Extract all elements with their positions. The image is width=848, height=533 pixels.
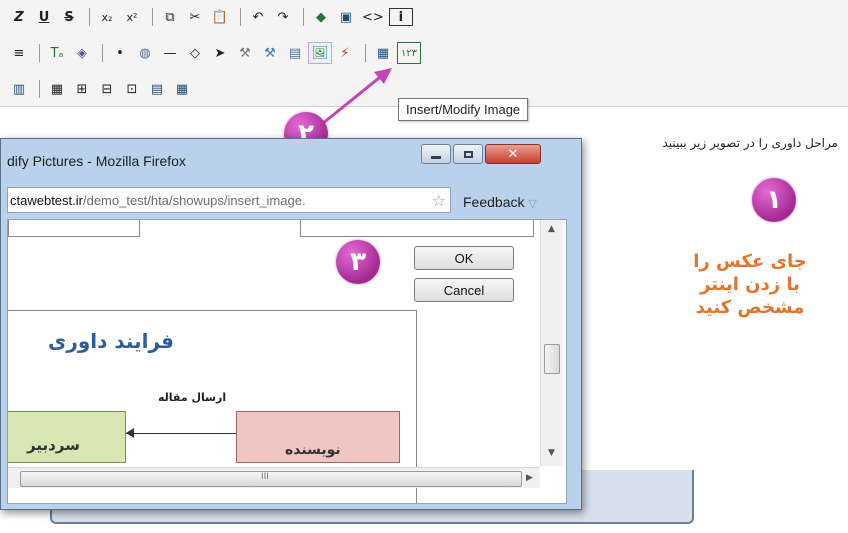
- dialog-title: dify Pictures - Mozilla Firefox: [7, 153, 186, 169]
- feedback-label: Feedback: [463, 194, 525, 210]
- url-path: /demo_test/hta/showups/insert_image.: [82, 192, 306, 208]
- superscript-button[interactable]: x²: [121, 7, 143, 27]
- flow-arrow-line: [126, 433, 236, 434]
- cancel-button[interactable]: Cancel: [414, 278, 514, 302]
- background-color-icon[interactable]: ◈: [71, 43, 93, 63]
- delete-column-icon[interactable]: ⊟: [96, 79, 118, 99]
- toolbar-row-3: ▥ ▦ ⊞ ⊟ ⊡ ▤ ▦: [8, 78, 196, 100]
- step-3-marker: ٣: [336, 240, 380, 284]
- subscript-button[interactable]: x₂: [96, 7, 118, 27]
- preview-icon[interactable]: ▣: [335, 7, 357, 27]
- flow-arrow-head-icon: [126, 428, 134, 438]
- author-box-label: نویسنده: [285, 442, 341, 458]
- toolbar-separator: [152, 8, 153, 26]
- scroll-right-icon[interactable]: ▶: [526, 473, 533, 483]
- redo-icon[interactable]: ↷: [272, 7, 294, 27]
- toolbar-separator: [39, 44, 40, 62]
- scroll-grip: III: [261, 472, 269, 482]
- merge-cells-icon[interactable]: ⊡: [121, 79, 143, 99]
- source-code-icon[interactable]: <>: [360, 7, 386, 27]
- editor-box: سردبیر: [8, 411, 126, 463]
- dialog-page: ٣ OK Cancel فرایند داوری ارسال مقاله سرد…: [7, 219, 567, 504]
- table-grid-icon[interactable]: ▦: [171, 79, 193, 99]
- maximize-icon: [463, 150, 473, 158]
- split-cells-icon[interactable]: ▤: [146, 79, 168, 99]
- modify-pictures-dialog: dify Pictures - Mozilla Firefox ✕ ctaweb…: [0, 138, 582, 510]
- underline-button[interactable]: U: [33, 7, 55, 27]
- toolbar-separator: [39, 80, 40, 98]
- feedback-button[interactable]: Feedback ▽: [463, 194, 537, 210]
- maximize-button[interactable]: [453, 144, 483, 164]
- chevron-down-icon: ▽: [528, 198, 537, 210]
- close-button[interactable]: ✕: [485, 144, 541, 164]
- note-line: جای عکس را: [693, 251, 807, 272]
- toolbar-separator: [240, 8, 241, 26]
- horizontal-scroll-thumb[interactable]: III: [20, 471, 522, 487]
- minimize-button[interactable]: [421, 144, 451, 164]
- editor-box-label: سردبیر: [27, 436, 80, 454]
- insert-image-tooltip: Insert/Modify Image: [398, 98, 529, 121]
- bullet-icon[interactable]: •: [109, 43, 131, 63]
- select-pointer-icon[interactable]: ➤: [209, 43, 231, 63]
- special-char-icon[interactable]: ◍: [134, 43, 156, 63]
- copy-icon[interactable]: ⧉: [159, 7, 181, 27]
- toolbar-row-1: Z U S x₂ x² ⧉ ✂ 📋 ↶ ↷ ◆ ▣ <> i: [8, 6, 416, 28]
- table-row-icon[interactable]: ▥: [8, 79, 30, 99]
- input-field[interactable]: [8, 220, 140, 237]
- vertical-scrollbar[interactable]: ▲ ▼: [540, 220, 563, 466]
- undo-icon[interactable]: ↶: [247, 7, 269, 27]
- insert-column-icon[interactable]: ⊞: [71, 79, 93, 99]
- step-1-marker: ١: [752, 178, 796, 222]
- url-domain: ctawebtest.ir: [10, 192, 83, 208]
- cut-icon[interactable]: ✂: [184, 7, 206, 27]
- info-icon[interactable]: i: [388, 8, 413, 26]
- instruction-text: مراحل داوری را در تصویر زیر ببینید: [662, 136, 839, 150]
- align-icon[interactable]: ≡: [8, 43, 30, 63]
- editor-toolbar: Z U S x₂ x² ⧉ ✂ 📋 ↶ ↷ ◆ ▣ <> i ≡ Tₐ ◈ • …: [0, 0, 848, 107]
- input-field-2[interactable]: [300, 220, 534, 237]
- preview-title: فرایند داوری: [48, 329, 174, 353]
- url-bar[interactable]: ctawebtest.ir/demo_test/hta/showups/inse…: [7, 187, 451, 213]
- note-line: مشخص کنید: [695, 297, 805, 319]
- url-text: ctawebtest.ir/demo_test/hta/showups/inse…: [8, 193, 420, 208]
- italic-button[interactable]: Z: [8, 7, 30, 27]
- minimize-icon: [431, 155, 441, 159]
- table-properties-icon[interactable]: ▦: [46, 79, 68, 99]
- horizontal-scrollbar[interactable]: III ▶: [8, 467, 540, 488]
- bookmark-star-icon[interactable]: ☆: [432, 191, 446, 210]
- scroll-up-icon[interactable]: ▲: [548, 224, 555, 234]
- anchor-icon[interactable]: ◇: [184, 43, 206, 63]
- scroll-down-icon[interactable]: ▼: [548, 448, 555, 458]
- note-line: با زدن اینتر: [700, 274, 800, 296]
- toolbar-separator: [102, 44, 103, 62]
- strikethrough-button[interactable]: S: [58, 7, 80, 27]
- paste-icon[interactable]: 📋: [209, 7, 231, 27]
- handwritten-note: جای عکس را با زدن اینتر مشخص کنید: [680, 250, 820, 319]
- author-box: نویسنده: [236, 411, 400, 463]
- text-color-icon[interactable]: Tₐ: [46, 43, 68, 63]
- toolbar-separator: [303, 8, 304, 26]
- tool-icon-2[interactable]: ⚒: [259, 43, 281, 63]
- link-icon[interactable]: ◆: [310, 7, 332, 27]
- vertical-scroll-thumb[interactable]: [544, 344, 560, 374]
- horizontal-rule-icon[interactable]: —: [159, 43, 181, 63]
- arrow-label: ارسال مقاله: [158, 391, 227, 404]
- numbers-icon[interactable]: ١٢٣: [397, 42, 421, 64]
- close-icon: ✕: [507, 146, 519, 162]
- ok-button[interactable]: OK: [414, 246, 514, 270]
- toolbar-separator: [89, 8, 90, 26]
- tool-icon[interactable]: ⚒: [234, 43, 256, 63]
